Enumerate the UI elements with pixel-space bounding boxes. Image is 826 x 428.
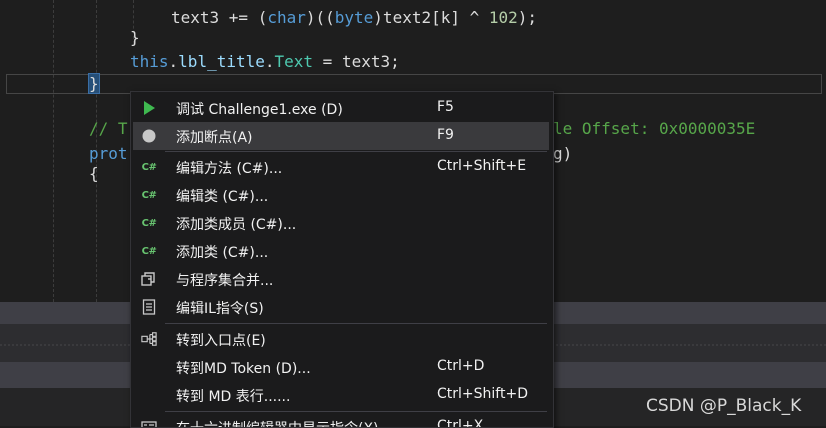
indent-guide — [53, 0, 54, 302]
code-token: // T — [89, 119, 128, 138]
menu-item-edit-il[interactable]: 编辑IL指令(S) — [133, 293, 549, 321]
csharp-icon: C# — [141, 217, 157, 229]
csharp-icon: C# — [141, 245, 157, 257]
merge-icon — [141, 271, 157, 287]
menu-separator — [165, 323, 547, 324]
menu-item-add-class[interactable]: C# 添加类 (C#)... — [133, 237, 549, 265]
code-token: { — [89, 164, 99, 183]
code-token: } — [130, 28, 140, 47]
menu-item-label: 调试 Challenge1.exe (D) — [176, 102, 343, 118]
code-token: . — [168, 52, 179, 71]
comment-tail: le Offset: 0x0000035E — [553, 119, 756, 138]
code-token: lbl_title — [178, 52, 265, 71]
menu-item-edit-class[interactable]: C# 编辑类 (C#)... — [133, 181, 549, 209]
menu-item-add-class-member[interactable]: C# 添加类成员 (C#)... — [133, 209, 549, 237]
menu-item-label: 与程序集合并... — [176, 273, 274, 289]
code-line[interactable]: { — [89, 164, 99, 184]
menu-item-label: 编辑方法 (C#)... — [176, 161, 283, 177]
code-token: Text — [274, 52, 314, 71]
code-token: text3 += ( — [171, 8, 268, 27]
code-token: } — [88, 73, 100, 94]
menu-item-shortcut: F5 — [437, 99, 454, 115]
menu-item-label: 编辑类 (C#)... — [176, 189, 269, 205]
code-token: byte — [334, 8, 374, 27]
menu-item-goto-md-token[interactable]: 转到MD Token (D)... Ctrl+D — [133, 353, 549, 381]
menu-item-shortcut: Ctrl+X — [437, 418, 484, 428]
entry-point-icon — [141, 331, 157, 347]
code-line[interactable]: text3 += (char)((byte)text2[k] ^ 102); — [171, 8, 537, 28]
menu-separator — [165, 411, 547, 412]
code-line[interactable]: prot — [89, 144, 128, 164]
menu-item-label: 添加类 (C#)... — [176, 245, 269, 261]
menu-item-label: 转到入口点(E) — [176, 333, 266, 349]
menu-item-label: 转到 MD 表行...... — [176, 389, 291, 405]
csharp-icon: C# — [141, 189, 157, 201]
menu-item-merge-assembly[interactable]: 与程序集合并... — [133, 265, 549, 293]
code-token: char — [267, 8, 306, 27]
menu-item-label: 添加断点(A) — [176, 130, 253, 146]
code-token: prot — [89, 144, 128, 163]
code-token: ); — [517, 8, 538, 27]
menu-item-add-breakpoint[interactable]: 添加断点(A) F9 — [133, 122, 549, 150]
code-line[interactable]: this.lbl_title.Text = text3; — [130, 52, 400, 72]
code-token: 102 — [488, 8, 518, 27]
code-token: )text2[k] ^ — [373, 8, 489, 27]
menu-item-label: 转到MD Token (D)... — [176, 361, 311, 377]
menu-item-shortcut: Ctrl+Shift+E — [437, 158, 527, 174]
code-token: this — [130, 52, 169, 71]
menu-item-goto-entry-point[interactable]: 转到入口点(E) — [133, 325, 549, 353]
code-line[interactable]: } — [130, 28, 140, 48]
code-token: = text3; — [313, 52, 400, 71]
code-token: . — [264, 52, 275, 71]
menu-item-shortcut: F9 — [437, 127, 454, 143]
code-tail: g) — [553, 144, 573, 163]
il-document-icon — [141, 299, 157, 315]
watermark: CSDN @P_Black_K — [646, 396, 802, 416]
menu-item-shortcut: Ctrl+Shift+D — [437, 386, 528, 402]
menu-item-label: 添加类成员 (C#)... — [176, 217, 297, 233]
hex-editor-icon — [141, 419, 157, 427]
menu-item-label: 在十六进制编辑器中显示指令(X) — [176, 418, 379, 427]
menu-item-shortcut: Ctrl+D — [437, 358, 485, 374]
play-icon — [141, 100, 157, 116]
menu-separator — [165, 151, 547, 152]
menu-item-edit-method[interactable]: C# 编辑方法 (C#)... Ctrl+Shift+E — [133, 153, 549, 181]
menu-item-debug[interactable]: 调试 Challenge1.exe (D) F5 — [133, 94, 549, 122]
code-line[interactable]: // T — [89, 119, 128, 139]
menu-item-goto-md-table-row[interactable]: 转到 MD 表行...... Ctrl+Shift+D — [133, 381, 549, 409]
context-menu: 调试 Challenge1.exe (D) F5 添加断点(A) F9 C# 编… — [130, 91, 554, 428]
code-token: )(( — [305, 8, 335, 27]
menu-item-label: 编辑IL指令(S) — [176, 301, 264, 317]
csharp-icon: C# — [141, 161, 157, 173]
breakpoint-icon — [141, 128, 157, 144]
code-line[interactable]: } — [88, 73, 100, 94]
